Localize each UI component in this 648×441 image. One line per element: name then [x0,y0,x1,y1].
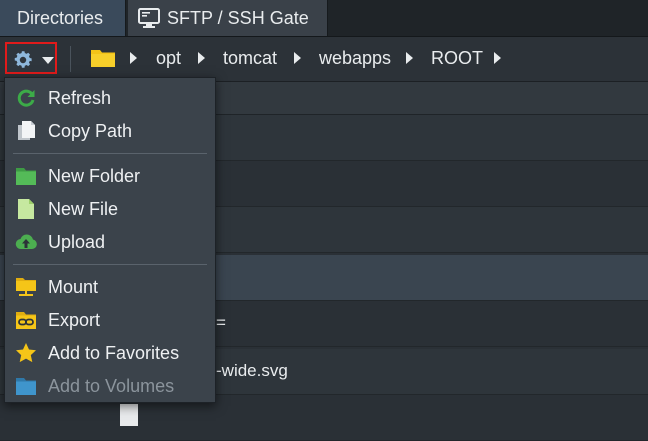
new-file-icon [18,199,34,219]
menu-divider [13,264,207,265]
menu-item-label: Copy Path [48,121,133,141]
toolbar-divider [70,46,71,72]
menu-item-label: Mount [48,277,99,297]
menu-item-label: Add to Favorites [48,343,180,363]
breadcrumb-tomcat[interactable]: tomcat [223,48,277,69]
breadcrumb-separator-icon [198,52,205,64]
breadcrumb-webapps[interactable]: webapps [319,48,391,69]
gear-menu-button[interactable] [5,42,57,74]
menu-item-label: New File [48,199,119,219]
tab-sftp-ssh-gate[interactable]: SFTP / SSH Gate [128,0,328,36]
refresh-icon [17,89,35,107]
breadcrumb-root[interactable]: ROOT [431,48,483,69]
menu-item-label: New Folder [48,166,141,186]
export-icon [16,312,36,329]
tab-sftp-label: SFTP / SSH Gate [167,7,309,28]
mount-icon [16,278,36,296]
tab-directories[interactable]: Directories [0,0,126,36]
breadcrumb-separator-icon [406,52,413,64]
menu-item-upload[interactable]: Upload [5,226,215,258]
folder-icon[interactable] [90,47,116,68]
monitor-icon [138,8,160,28]
file-name: -wide.svg [216,361,288,380]
menu-item-add-to-volumes[interactable]: Add to Volumes [5,370,215,402]
breadcrumb-separator-icon [494,52,501,64]
breadcrumb-separator-icon [294,52,301,64]
menu-divider [13,153,207,154]
menu-item-refresh[interactable]: Refresh [5,82,215,114]
menu-item-label: Export [48,310,101,330]
volumes-icon [16,378,36,395]
gear-dropdown-menu: Refresh Copy Path New Folder New File Up… [4,77,216,403]
menu-item-new-file[interactable]: New File [5,193,215,225]
file-name: = [216,313,226,332]
gear-icon [14,51,32,68]
tab-bar: Directories SFTP / SSH Gate [0,0,648,37]
menu-item-add-to-favorites[interactable]: Add to Favorites [5,337,215,369]
menu-item-label: Refresh [48,88,112,108]
breadcrumb-opt[interactable]: opt [156,48,181,69]
file-icon [120,404,138,426]
path-toolbar: opt tomcat webapps ROOT [0,37,648,82]
menu-item-new-folder[interactable]: New Folder [5,160,215,192]
menu-item-export[interactable]: Export [5,304,215,336]
star-icon [16,343,36,363]
new-folder-icon [16,168,36,185]
menu-item-copy-path[interactable]: Copy Path [5,115,215,147]
breadcrumb-separator-icon [130,52,137,64]
chevron-down-icon [42,57,54,64]
upload-icon [15,234,37,250]
tab-directories-label: Directories [17,7,104,28]
menu-item-label: Add to Volumes [48,376,175,396]
copy-icon [18,121,35,140]
menu-item-label: Upload [48,232,106,252]
menu-item-mount[interactable]: Mount [5,271,215,303]
